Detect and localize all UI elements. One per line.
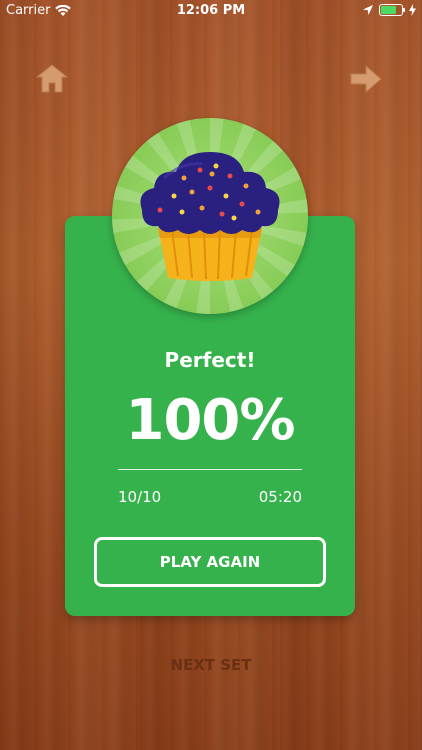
cupcake-icon [140, 152, 280, 281]
divider [118, 469, 302, 470]
elapsed-time: 05:20 [258, 488, 302, 506]
home-button[interactable] [34, 62, 70, 96]
status-bar: Carrier 12:06 PM [0, 0, 422, 22]
battery-icon [379, 4, 405, 16]
correct-count: 10/10 [118, 488, 162, 506]
status-time: 12:06 PM [176, 3, 246, 18]
status-right [363, 4, 416, 16]
result-badge [112, 118, 308, 314]
location-icon [363, 5, 373, 15]
charging-icon [409, 4, 416, 16]
battery-level [381, 6, 397, 14]
play-again-button[interactable]: PLAY AGAIN [94, 537, 326, 587]
result-label: Perfect! [164, 348, 256, 372]
score-percent: 100% [125, 388, 295, 453]
next-button[interactable] [348, 62, 384, 96]
home-icon [35, 64, 69, 93]
play-again-label: PLAY AGAIN [159, 553, 261, 571]
next-set-button[interactable]: NEXT SET [0, 656, 422, 674]
arrow-right-icon [350, 64, 382, 94]
